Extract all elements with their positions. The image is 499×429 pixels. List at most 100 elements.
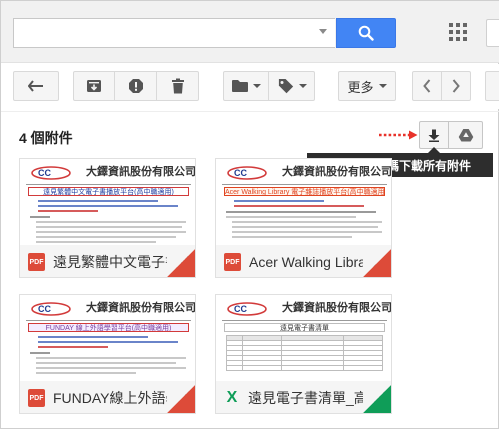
file-type-corner-icon bbox=[167, 249, 195, 277]
doc-rule bbox=[26, 320, 191, 321]
report-spam-button[interactable] bbox=[114, 71, 157, 101]
company-logo-icon: CC bbox=[227, 166, 267, 180]
apps-grid-icon[interactable] bbox=[449, 23, 467, 41]
doc-text-line bbox=[234, 200, 324, 202]
doc-text-line bbox=[226, 211, 376, 213]
doc-text-line bbox=[30, 352, 50, 354]
back-arrow-icon bbox=[28, 80, 43, 92]
doc-text-line bbox=[38, 200, 158, 202]
google-drive-icon bbox=[458, 129, 473, 142]
doc-text-line bbox=[232, 231, 382, 233]
older-button[interactable] bbox=[441, 71, 471, 101]
doc-title: 遠見電子書清單 bbox=[224, 323, 385, 332]
account-button[interactable] bbox=[486, 19, 499, 47]
settings-button[interactable] bbox=[485, 71, 499, 101]
attachment-preview: CC 大鐸資訊股份有限公司 遠見電子書清單 bbox=[216, 295, 391, 381]
doc-brand: 大鐸資訊股份有限公司 bbox=[282, 165, 392, 178]
doc-text-line bbox=[36, 236, 176, 238]
file-type-corner-icon bbox=[363, 249, 391, 277]
doc-title: FUNDAY 線上外語學習平台(高中職適用) bbox=[28, 323, 189, 332]
doc-text-line bbox=[36, 231, 186, 233]
svg-text:CC: CC bbox=[234, 168, 247, 178]
doc-text-line bbox=[234, 205, 364, 207]
doc-brand: 大鐸資訊股份有限公司 bbox=[282, 301, 392, 314]
search-icon bbox=[358, 25, 374, 41]
chevron-right-icon bbox=[452, 79, 460, 93]
attachment-count: 4 個附件 bbox=[19, 130, 73, 146]
move-to-button[interactable] bbox=[223, 71, 269, 101]
newer-button[interactable] bbox=[412, 71, 442, 101]
doc-text-line bbox=[36, 367, 186, 369]
download-all-button[interactable] bbox=[419, 121, 449, 149]
doc-title: Acer Walking Library 電子雜誌播放平台(高中職適用) bbox=[224, 187, 385, 196]
label-icon bbox=[278, 78, 293, 94]
divider bbox=[1, 111, 499, 112]
doc-letterhead: CC 大鐸資訊股份有限公司 bbox=[26, 299, 195, 321]
pdf-file-icon: PDF bbox=[224, 253, 241, 271]
delete-button[interactable] bbox=[156, 71, 199, 101]
company-logo-icon: CC bbox=[227, 302, 267, 316]
save-all-to-drive-button[interactable] bbox=[449, 121, 483, 149]
doc-rule bbox=[26, 184, 191, 185]
doc-letterhead: CC 大鐸資訊股份有限公司 bbox=[222, 163, 391, 185]
doc-letterhead: CC 大鐸資訊股份有限公司 bbox=[222, 299, 391, 321]
doc-text-line bbox=[36, 362, 176, 364]
doc-text-line bbox=[38, 341, 178, 343]
doc-text-line bbox=[36, 372, 136, 374]
message-toolbar: 更多 bbox=[1, 64, 499, 109]
attachment-card[interactable]: CC 大鐸資訊股份有限公司 遠見電子書清單 X 遠見電子書清單_高中職 bbox=[215, 294, 392, 414]
archive-icon bbox=[87, 80, 101, 92]
back-button[interactable] bbox=[13, 71, 59, 101]
trash-icon bbox=[171, 78, 184, 94]
pdf-file-icon: PDF bbox=[28, 253, 45, 271]
doc-text-line bbox=[232, 226, 378, 228]
search-input[interactable] bbox=[13, 18, 335, 48]
labels-button[interactable] bbox=[268, 71, 315, 101]
doc-text-line bbox=[38, 205, 178, 207]
attachment-card[interactable]: CC 大鐸資訊股份有限公司 Acer Walking Library 電子雜誌播… bbox=[215, 158, 392, 278]
doc-rule bbox=[222, 320, 387, 321]
more-button[interactable]: 更多 bbox=[338, 71, 396, 101]
spreadsheet-preview bbox=[226, 335, 384, 371]
svg-text:CC: CC bbox=[234, 304, 247, 314]
file-type-corner-icon bbox=[363, 385, 391, 413]
doc-letterhead: CC 大鐸資訊股份有限公司 bbox=[26, 163, 195, 185]
hint-arrow-icon bbox=[379, 130, 418, 140]
attachment-card[interactable]: CC 大鐸資訊股份有限公司 遠見繁體中文電子書播放平台(高中職適用) PDF 遠… bbox=[19, 158, 196, 278]
doc-text-line bbox=[226, 216, 356, 218]
download-icon bbox=[428, 129, 440, 142]
chevron-left-icon bbox=[423, 79, 431, 93]
doc-text-line bbox=[36, 357, 186, 359]
search-options-dropdown-icon[interactable] bbox=[319, 29, 327, 34]
report-spam-icon bbox=[128, 79, 143, 93]
folder-icon bbox=[232, 80, 248, 92]
svg-text:CC: CC bbox=[38, 168, 51, 178]
attachment-preview: CC 大鐸資訊股份有限公司 FUNDAY 線上外語學習平台(高中職適用) bbox=[20, 295, 195, 381]
doc-title: 遠見繁體中文電子書播放平台(高中職適用) bbox=[28, 187, 189, 196]
doc-text-line bbox=[232, 221, 382, 223]
file-type-corner-icon bbox=[167, 385, 195, 413]
company-logo-icon: CC bbox=[31, 302, 71, 316]
chevron-down-icon bbox=[253, 84, 261, 88]
spreadsheet-file-icon: X bbox=[226, 389, 238, 406]
doc-text-line bbox=[38, 336, 148, 338]
attachment-preview: CC 大鐸資訊股份有限公司 遠見繁體中文電子書播放平台(高中職適用) bbox=[20, 159, 195, 245]
chevron-down-icon bbox=[298, 84, 307, 88]
doc-text-line bbox=[232, 236, 352, 238]
chevron-down-icon bbox=[378, 84, 387, 88]
doc-text-line bbox=[30, 216, 50, 218]
company-logo-icon: CC bbox=[31, 166, 71, 180]
attachment-card[interactable]: CC 大鐸資訊股份有限公司 FUNDAY 線上外語學習平台(高中職適用) PDF… bbox=[19, 294, 196, 414]
doc-text-line bbox=[38, 210, 98, 212]
doc-rule bbox=[222, 184, 387, 185]
archive-button[interactable] bbox=[73, 71, 115, 101]
svg-text:CC: CC bbox=[38, 304, 51, 314]
doc-text-line bbox=[36, 221, 186, 223]
doc-text-line bbox=[36, 241, 156, 243]
doc-text-line bbox=[38, 346, 108, 348]
search-button[interactable] bbox=[336, 18, 396, 48]
doc-brand: 大鐸資訊股份有限公司 bbox=[86, 165, 196, 178]
doc-text-line bbox=[36, 226, 182, 228]
pdf-file-icon: PDF bbox=[28, 389, 45, 407]
doc-brand: 大鐸資訊股份有限公司 bbox=[86, 301, 196, 314]
